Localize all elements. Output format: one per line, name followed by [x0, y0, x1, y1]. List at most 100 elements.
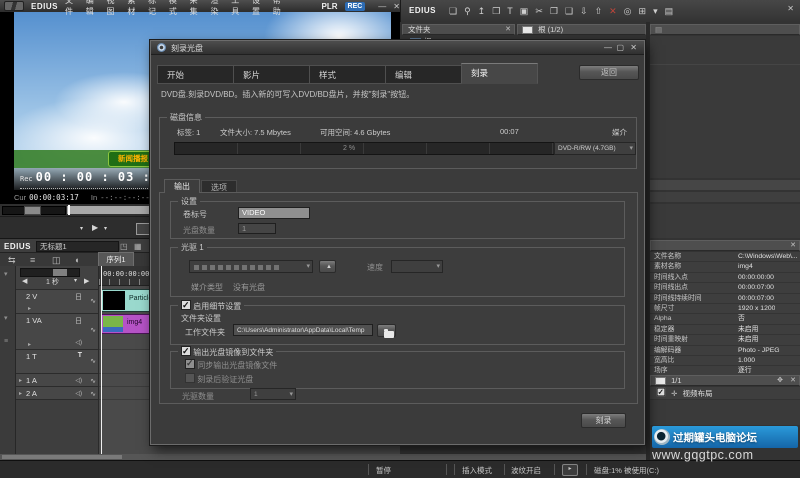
- track-expand-icon[interactable]: ▸: [28, 305, 31, 312]
- drive-count-select[interactable]: 1 ▾: [250, 388, 296, 400]
- menu-item[interactable]: 标记: [148, 0, 162, 17]
- track-expand-icon[interactable]: ▸: [19, 377, 22, 384]
- title-icon[interactable]: T: [507, 5, 513, 17]
- drive-select[interactable]: ▾: [189, 260, 313, 273]
- mode-trim-icon[interactable]: ◖: [74, 255, 79, 265]
- view-dropdown-icon[interactable]: ▾: [653, 5, 658, 17]
- properties-close-icon[interactable]: ✕: [790, 241, 796, 250]
- video-layout-checkbox[interactable]: [656, 387, 666, 397]
- tab-output[interactable]: 输出: [164, 179, 200, 193]
- delete-icon[interactable]: ✕: [609, 5, 617, 17]
- track-patch-icon[interactable]: ∿: [90, 297, 96, 305]
- dialog-minimize-icon[interactable]: —: [604, 43, 612, 52]
- track-patch-icon[interactable]: ∿: [90, 326, 96, 334]
- search-icon[interactable]: ⚲: [464, 5, 471, 17]
- grid-view-icon[interactable]: ⊞: [639, 5, 647, 17]
- mode-dual-icon[interactable]: ◫: [52, 255, 61, 266]
- plr-button[interactable]: PLR: [322, 2, 338, 11]
- stop-button[interactable]: [136, 223, 150, 235]
- menu-item[interactable]: 采集: [190, 0, 204, 17]
- strip-icon-2[interactable]: ▾: [4, 314, 8, 322]
- play-menu-icon[interactable]: ▾: [104, 225, 107, 232]
- volume-input[interactable]: VIDEO: [238, 207, 310, 219]
- track-header-2v[interactable]: 2 V 日 ∿ ▸: [16, 289, 98, 313]
- track-header-1t[interactable]: 1 T T ∿: [16, 349, 98, 373]
- scale-right-icon[interactable]: ▶: [84, 277, 89, 285]
- bin-tab[interactable]: 根 (1/2): [517, 24, 646, 35]
- track-patch-icon[interactable]: ∿: [90, 390, 96, 398]
- dialog-tab[interactable]: 开始: [157, 65, 234, 84]
- scale-menu-icon[interactable]: ▾: [74, 277, 77, 284]
- palette-bar-2[interactable]: [650, 192, 800, 202]
- status-mode-icon[interactable]: ▸: [562, 464, 578, 476]
- folder-panel-header[interactable]: 文件夹 ✕: [402, 24, 515, 35]
- play-icon[interactable]: ▶: [92, 223, 98, 232]
- capture-icon[interactable]: ▣: [520, 5, 529, 17]
- bin-view-icon[interactable]: ▤: [651, 25, 662, 34]
- disc-count-input[interactable]: 1: [238, 223, 276, 234]
- track-expand-icon[interactable]: ▸: [28, 341, 31, 348]
- track-title-icon[interactable]: T: [78, 352, 82, 359]
- close-icon[interactable]: ✕: [393, 2, 400, 11]
- layout-panel-header[interactable]: 1/1 ✥ ✕: [650, 375, 800, 386]
- dialog-maximize-icon[interactable]: ▢: [616, 43, 624, 52]
- bin-close-icon[interactable]: ✕: [787, 4, 794, 13]
- archive-icon[interactable]: ▤: [665, 5, 674, 17]
- timeline-tool-icon-1[interactable]: ◳: [120, 242, 128, 251]
- menu-item[interactable]: 渲染: [210, 0, 224, 17]
- track-speaker-icon[interactable]: ◁): [75, 339, 82, 346]
- position-cursor[interactable]: [68, 205, 70, 215]
- speed-select[interactable]: ▾: [391, 260, 443, 273]
- strip-icon-1[interactable]: ▾: [4, 270, 8, 278]
- status-ripple[interactable]: 波纹开启: [511, 465, 541, 476]
- dialog-close-icon[interactable]: ✕: [630, 43, 637, 52]
- track-layout-icon[interactable]: 日: [75, 292, 82, 302]
- timeline-zoom-track[interactable]: [20, 268, 80, 277]
- properties-panel-header[interactable]: ✕: [650, 240, 800, 251]
- layout-options-icon[interactable]: ✥: [777, 376, 783, 385]
- menu-item[interactable]: 设置: [252, 0, 266, 17]
- effect-icon[interactable]: ◎: [624, 5, 632, 17]
- open-folder-icon[interactable]: ❏: [449, 5, 457, 17]
- image-output-checkbox[interactable]: [181, 345, 191, 357]
- hscroll-thumb[interactable]: [2, 455, 122, 459]
- scale-left-icon[interactable]: ◀: [22, 277, 27, 285]
- track-speaker-icon[interactable]: ◁): [75, 377, 82, 384]
- export-icon[interactable]: ⇧: [595, 5, 603, 17]
- enable-detail-checkbox[interactable]: [181, 299, 191, 311]
- back-button[interactable]: 返回: [579, 65, 639, 80]
- cut-icon[interactable]: ✂: [535, 5, 543, 17]
- sync-image-checkbox[interactable]: [185, 358, 195, 369]
- sequence-tab[interactable]: 序列1: [98, 252, 134, 266]
- menu-item[interactable]: 帮助: [273, 0, 287, 17]
- eject-button[interactable]: ▲: [319, 260, 336, 273]
- menu-item[interactable]: 素材: [127, 0, 141, 17]
- track-header-1va[interactable]: 1 VA 日 ∿ ◁) ▸: [16, 313, 98, 349]
- track-expand-icon[interactable]: ▸: [19, 390, 22, 397]
- verify-disc-checkbox[interactable]: [185, 373, 195, 383]
- timeline-scale-value[interactable]: 1 秒: [46, 277, 59, 287]
- paste-icon[interactable]: ❑: [565, 5, 573, 17]
- timeline-zoom-handle[interactable]: [53, 269, 67, 276]
- up-folder-icon[interactable]: ↥: [478, 5, 486, 17]
- folder-panel-close-icon[interactable]: ✕: [505, 25, 511, 34]
- layout-close-icon[interactable]: ✕: [790, 376, 796, 385]
- dialog-tab[interactable]: 编辑: [385, 65, 462, 84]
- work-folder-input[interactable]: C:\Users\Administrator\AppData\Local\Tem…: [233, 324, 373, 336]
- palette-bar-1[interactable]: [650, 180, 800, 190]
- strip-icon-3[interactable]: ≡: [4, 338, 8, 345]
- timeline-tool-icon-2[interactable]: ▦: [134, 242, 142, 251]
- track-patch-icon[interactable]: ∿: [90, 377, 96, 385]
- dialog-tab[interactable]: 刻录: [461, 63, 538, 84]
- menu-item[interactable]: 视图: [107, 0, 121, 17]
- video-layout-row[interactable]: ✛ 视频布局: [650, 387, 800, 399]
- playhead[interactable]: [101, 266, 102, 454]
- mode-swap-icon[interactable]: ⇆: [8, 255, 16, 266]
- menu-item[interactable]: 工具: [231, 0, 245, 17]
- burn-button[interactable]: 刻录: [581, 413, 626, 428]
- minimize-icon[interactable]: —: [378, 2, 386, 11]
- new-clip-icon[interactable]: ❒: [492, 5, 500, 17]
- shuttle-handle[interactable]: [24, 206, 41, 215]
- rec-button[interactable]: REC: [344, 1, 366, 11]
- dialog-tab[interactable]: 影片: [233, 65, 310, 84]
